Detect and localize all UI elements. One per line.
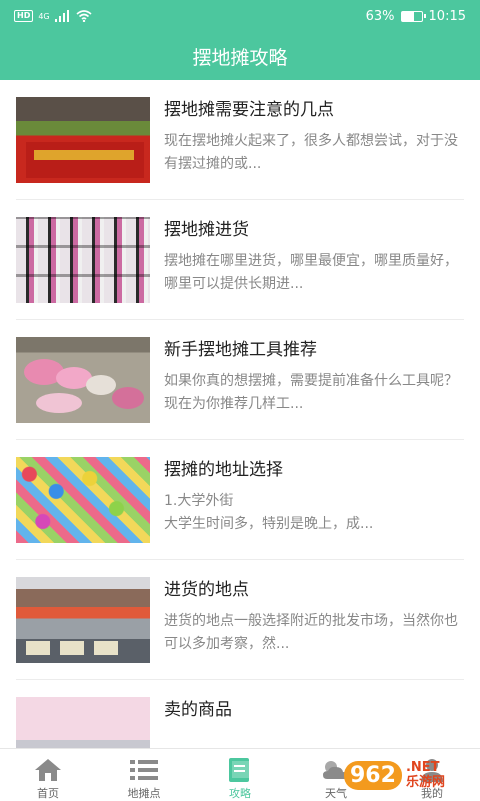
article-title: 摆地摊进货 xyxy=(164,220,249,240)
battery-fill xyxy=(401,11,415,21)
list-item[interactable]: 摆地摊进货 摆地摊在哪里进货，哪里最便宜，哪里质量好，哪里可以提供长期进... xyxy=(16,200,464,320)
article-summary: 进货的地点一般选择附近的批发市场，当然你也可以多加考察，然... xyxy=(164,613,458,652)
article-thumbnail xyxy=(16,577,150,663)
article-title: 摆摊的地址选择 xyxy=(164,460,283,480)
tab-profile[interactable]: 我的 xyxy=(384,749,480,801)
article-thumbnail xyxy=(16,697,150,748)
article-title: 新手摆地摊工具推荐 xyxy=(164,340,317,360)
user-icon xyxy=(421,759,443,782)
article-summary: 如果你真的想摆摊，需要提前准备什么工具呢？现在为你推荐几样工... xyxy=(164,373,458,412)
article-thumbnail xyxy=(16,97,150,183)
article-title: 摆地摊需要注意的几点 xyxy=(164,100,334,120)
hd-badge: HD xyxy=(14,10,34,22)
tab-label: 攻略 xyxy=(229,787,251,800)
list-item[interactable]: 进货的地点 进货的地点一般选择附近的批发市场，当然你也可以多加考察，然... xyxy=(16,560,464,680)
article-title: 进货的地点 xyxy=(164,580,249,600)
tab-label: 天气 xyxy=(325,787,347,800)
article-summary: 1.大学外街 大学生时间多，特别是晚上，成... xyxy=(164,493,374,532)
list-item[interactable]: 摆摊的地址选择 1.大学外街 大学生时间多，特别是晚上，成... xyxy=(16,440,464,560)
tab-home[interactable]: 首页 xyxy=(0,749,96,801)
book-icon xyxy=(229,758,249,782)
article-thumbnail xyxy=(16,457,150,543)
article-summary: 摆地摊在哪里进货，哪里最便宜，哪里质量好，哪里可以提供长期进... xyxy=(164,253,458,292)
clock: 10:15 xyxy=(428,8,466,24)
page-title: 摆地摊攻略 xyxy=(192,46,288,69)
tab-weather[interactable]: 天气 xyxy=(288,749,384,801)
article-summary: 现在摆地摊火起来了，很多人都想尝试，对于没有摆过摊的或... xyxy=(164,133,458,172)
app-header: 摆地摊攻略 xyxy=(0,32,480,80)
status-bar: HD 4G 63% 10:15 xyxy=(0,0,480,32)
article-thumbnail xyxy=(16,217,150,303)
article-thumbnail xyxy=(16,337,150,423)
list-item[interactable]: 卖的商品 xyxy=(16,680,464,748)
list-icon xyxy=(130,760,158,780)
network-type: 4G xyxy=(38,11,50,21)
list-item[interactable]: 摆地摊需要注意的几点 现在摆地摊火起来了，很多人都想尝试，对于没有摆过摊的或..… xyxy=(16,80,464,200)
signal-icon xyxy=(54,10,69,22)
battery-icon xyxy=(400,10,426,22)
list-item[interactable]: 新手摆地摊工具推荐 如果你真的想摆摊，需要提前准备什么工具呢？现在为你推荐几样工… xyxy=(16,320,464,440)
tab-label: 地摊点 xyxy=(127,787,161,800)
wifi-icon xyxy=(76,10,92,22)
bottom-tab-bar: 首页 地摊点 攻略 天气 我的 xyxy=(0,748,480,801)
tab-stalls[interactable]: 地摊点 xyxy=(96,749,192,801)
tab-guides[interactable]: 攻略 xyxy=(192,749,288,801)
tab-label: 首页 xyxy=(37,787,59,800)
battery-percent: 63% xyxy=(365,8,395,24)
tab-label: 我的 xyxy=(421,787,443,800)
article-list[interactable]: 摆地摊需要注意的几点 现在摆地摊火起来了，很多人都想尝试，对于没有摆过摊的或..… xyxy=(16,80,464,748)
home-icon xyxy=(35,759,61,781)
article-title: 卖的商品 xyxy=(164,700,232,720)
weather-icon xyxy=(323,761,348,779)
